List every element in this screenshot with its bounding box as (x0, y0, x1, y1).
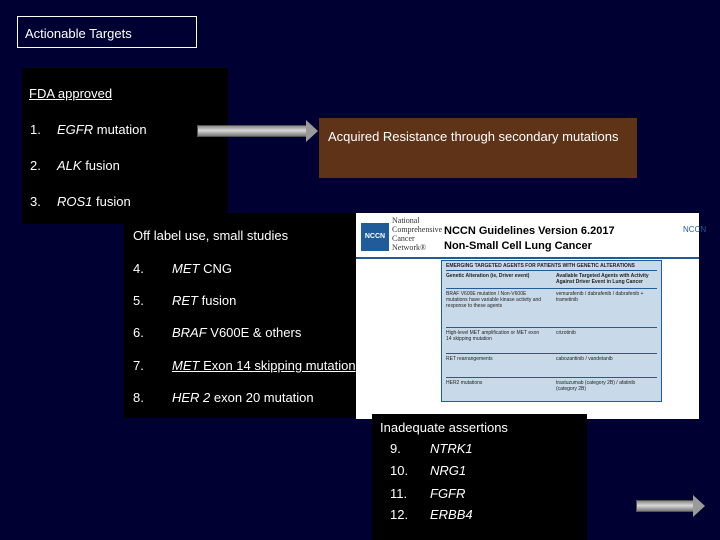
gene-name: RET (172, 293, 198, 308)
nccn-guidelines-image: NCCN National Comprehensive Cancer Netwo… (356, 213, 706, 419)
fda-approved-panel: FDA approved 1. EGFR mutation 2. ALK fus… (22, 68, 228, 224)
nccn-emerging-agents-table: EMERGING TARGETED AGENTS FOR PATIENTS WI… (441, 260, 662, 402)
inadequate-assertions-panel: Inadequate assertions 9. NTRK1 10. NRG1 … (372, 414, 587, 540)
item-number: 4. (133, 261, 144, 276)
gene-name: MET (172, 358, 200, 373)
gene-desc: fusion (198, 293, 237, 308)
nccn-divider (356, 257, 699, 259)
gene-desc: fusion (92, 194, 131, 209)
gene-name: NTRK1 (430, 441, 473, 456)
gene-name: HER 2 (172, 390, 211, 405)
gene-name: FGFR (430, 486, 466, 501)
table-header: EMERGING TARGETED AGENTS FOR PATIENTS WI… (446, 263, 635, 269)
item-number: 10. (390, 463, 409, 478)
item-number: 2. (30, 158, 41, 173)
gene-desc: exon 20 mutation (210, 390, 314, 405)
item-number: 8. (133, 390, 144, 405)
table-row: BRAF V600E mutation / Non-V600E mutation… (446, 288, 657, 309)
gene-desc: fusion (81, 158, 120, 173)
acquired-resistance-box: Acquired Resistance through secondary mu… (319, 118, 637, 178)
table-row: HER2 mutations trastuzumab (category 2B)… (446, 377, 657, 392)
nccn-organization-name: National Comprehensive Cancer Network® (392, 216, 443, 252)
item-number: 3. (30, 194, 41, 209)
item-number: 1. (30, 122, 41, 137)
nccn-subtitle: Non-Small Cell Lung Cancer (444, 240, 592, 252)
gene-name: ERBB4 (430, 507, 473, 522)
nccn-version-title: NCCN Guidelines Version 6.2017 (444, 225, 615, 237)
slide-title: Actionable Targets (17, 16, 197, 48)
gene-desc: Exon 14 skipping mutation (199, 358, 356, 373)
gene-name: EGFR (57, 122, 94, 137)
gene-name: MET (172, 261, 200, 276)
off-label-panel: Off label use, small studies 4. MET CNG … (124, 213, 360, 418)
gene-name: BRAF (172, 325, 207, 340)
gene-name: ROS1 (57, 194, 93, 209)
item-number: 6. (133, 325, 144, 340)
gene-name: ALK (57, 158, 82, 173)
item-number: 7. (133, 358, 144, 373)
item-number: 9. (390, 441, 401, 456)
nccn-corner-label: NCCN (683, 225, 707, 234)
gene-desc: V600E & others (206, 325, 302, 340)
item-number: 12. (390, 507, 409, 522)
table-row: RET rearrangements cabozantinib / vandet… (446, 353, 657, 362)
nccn-logo: NCCN (361, 223, 389, 251)
fda-heading: FDA approved (29, 86, 113, 101)
item-number: 11. (390, 486, 408, 501)
gene-desc: CNG (199, 261, 232, 276)
right-arrow-icon (636, 495, 705, 517)
gene-desc: mutation (93, 122, 147, 137)
table-row: Genetic Alteration (ie, Driver event) Av… (446, 270, 657, 285)
inadequate-heading: Inadequate assertions (380, 420, 508, 435)
item-number: 5. (133, 293, 144, 308)
table-row: High-level MET amplification or MET exon… (446, 327, 657, 342)
right-arrow-icon (197, 120, 318, 142)
off-label-heading: Off label use, small studies (133, 228, 289, 243)
gene-name: NRG1 (430, 463, 467, 478)
